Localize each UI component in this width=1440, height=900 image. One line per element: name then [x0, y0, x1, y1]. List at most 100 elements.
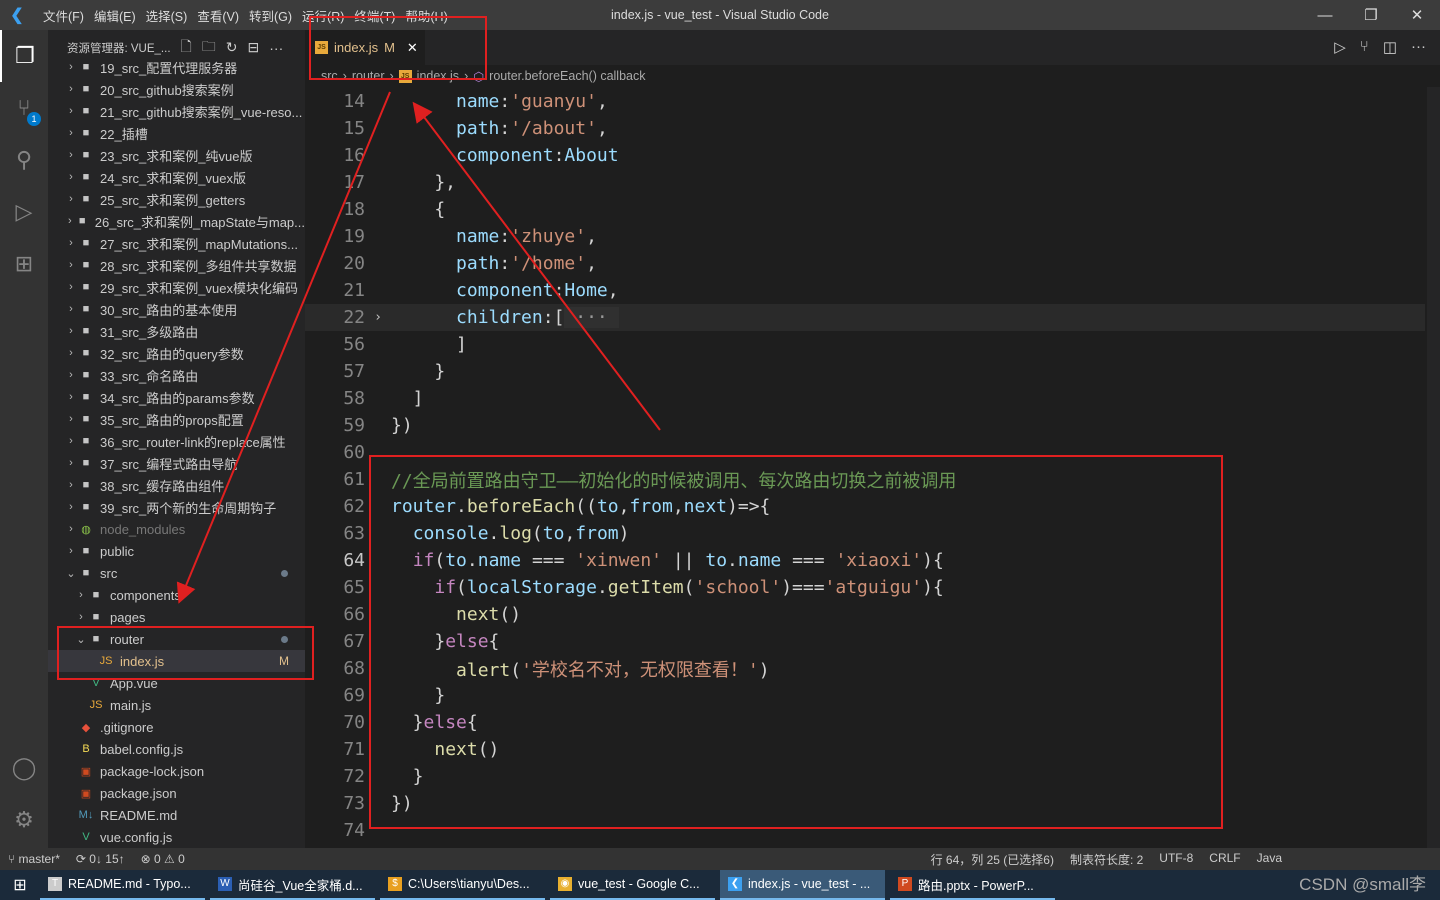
tree-item[interactable]: › ■ 26_src_求和案例_mapState与map... [48, 210, 305, 232]
menu-item[interactable]: 编辑(E) [89, 6, 141, 25]
code-line[interactable]: 71 next() [305, 736, 1425, 763]
code-line[interactable]: 21 component:Home, [305, 277, 1425, 304]
code-line[interactable]: 73}) [305, 790, 1425, 817]
menu-item[interactable]: 转到(G) [244, 6, 297, 25]
code-line[interactable]: 74 [305, 817, 1425, 844]
menu-item[interactable]: 终端(T) [349, 6, 400, 25]
code-line[interactable]: 69 } [305, 682, 1425, 709]
tree-item[interactable]: Vvue.config.js [48, 826, 305, 848]
tree-item[interactable]: › ■ 31_src_多级路由 [48, 320, 305, 342]
tree-item[interactable]: › ■ public [48, 540, 305, 562]
tree-item[interactable]: ▣ package-lock.json [48, 760, 305, 782]
code-line[interactable]: 17 }, [305, 169, 1425, 196]
explorer-icon[interactable]: ❐ [0, 30, 48, 82]
taskbar-item[interactable]: $ C:\Users\tianyu\Des... [380, 870, 545, 900]
code-line[interactable]: 58 ] [305, 385, 1425, 412]
tree-item[interactable]: V App.vue [48, 672, 305, 694]
run-icon[interactable]: ▷ [1334, 38, 1346, 56]
taskbar-item[interactable]: ◉ vue_test - Google C... [550, 870, 715, 900]
tree-item[interactable]: › ■ 34_src_路由的params参数 [48, 386, 305, 408]
tree-item[interactable]: › ■ 21_src_github搜索案例_vue-reso... [48, 100, 305, 122]
code-line[interactable]: 22 › children:[ ··· [305, 304, 1425, 331]
tree-item[interactable]: › ◍ node_modules [48, 518, 305, 540]
tree-item[interactable]: M↓ README.md [48, 804, 305, 826]
tree-item[interactable]: › ■ 27_src_求和案例_mapMutations... [48, 232, 305, 254]
tree-item[interactable]: › ■ 32_src_路由的query参数 [48, 342, 305, 364]
collapse-all-icon[interactable]: ⊟ [248, 39, 260, 56]
tree-item[interactable]: › ■ 20_src_github搜索案例 [48, 78, 305, 100]
close-button[interactable]: ✕ [1394, 0, 1440, 30]
cursor-position[interactable]: 行 64，列 25 (已选择6) [923, 851, 1062, 868]
breadcrumb-file[interactable]: index.js [417, 69, 459, 83]
tree-item[interactable]: ⌄ ■ router [48, 628, 305, 650]
settings-gear-icon[interactable]: ⚙ [0, 794, 48, 846]
editor-scrollbar[interactable] [1427, 87, 1440, 848]
code-line[interactable]: 67 }else{ [305, 628, 1425, 655]
code-line[interactable]: 20 path:'/home', [305, 250, 1425, 277]
tree-item[interactable]: › ■ 29_src_求和案例_vuex模块化编码 [48, 276, 305, 298]
tree-item[interactable]: › ■ 35_src_路由的props配置 [48, 408, 305, 430]
tree-item[interactable]: › ■ 39_src_两个新的生命周期钩子 [48, 496, 305, 518]
code-line[interactable]: 60 [305, 439, 1425, 466]
taskbar-item[interactable]: ❮ index.js - vue_test - ... [720, 870, 885, 900]
tree-item[interactable]: › ■ 28_src_求和案例_多组件共享数据 [48, 254, 305, 276]
extensions-icon[interactable]: ⊞ [0, 238, 48, 290]
tree-item[interactable]: › ■ 33_src_命名路由 [48, 364, 305, 386]
tree-item[interactable]: Bbabel.config.js [48, 738, 305, 760]
refresh-icon[interactable]: ↻ [226, 39, 238, 56]
problems-status[interactable]: ⊗ 0 ⚠ 0 [133, 852, 193, 866]
code-line[interactable]: 68 alert('学校名不对，无权限查看！') [305, 655, 1425, 682]
language-mode[interactable]: Java [1249, 851, 1290, 868]
code-line[interactable]: 57 } [305, 358, 1425, 385]
taskbar-item[interactable]: P 路由.pptx - PowerP... [890, 870, 1055, 900]
tree-item[interactable]: › ■ pages [48, 606, 305, 628]
sync-status[interactable]: ⟳ 0↓ 15↑ [68, 852, 133, 866]
code-line[interactable]: 65 if(localStorage.getItem('school')==='… [305, 574, 1425, 601]
breadcrumb-src[interactable]: src [321, 69, 338, 83]
taskbar-item[interactable]: W 尚硅谷_Vue全家桶.d... [210, 870, 375, 900]
source-control-icon[interactable]: ⑂ 1 [0, 82, 48, 134]
git-branch[interactable]: ⑂ master* [0, 852, 68, 866]
tree-item[interactable]: ⌄ ■ src [48, 562, 305, 584]
taskbar-item[interactable]: T README.md - Typo... [40, 870, 205, 900]
run-debug-icon[interactable]: ▷ [0, 186, 48, 238]
tree-item[interactable]: › ■ 36_src_router-link的replace属性 [48, 430, 305, 452]
menu-item[interactable]: 运行(R) [297, 6, 349, 25]
code-line[interactable]: 70 }else{ [305, 709, 1425, 736]
code-line[interactable]: 59}) [305, 412, 1425, 439]
menu-item[interactable]: 查看(V) [192, 6, 244, 25]
breadcrumb-symbol[interactable]: router.beforeEach() callback [489, 69, 645, 83]
menu-item[interactable]: 选择(S) [141, 6, 193, 25]
breadcrumb-router[interactable]: router [352, 69, 385, 83]
more-actions-icon[interactable]: ··· [1411, 38, 1426, 56]
tree-item[interactable]: JS index.js M [48, 650, 305, 672]
line-ending[interactable]: CRLF [1201, 851, 1248, 868]
code-line[interactable]: 19 name:'zhuye', [305, 223, 1425, 250]
search-icon[interactable]: ⚲ [0, 134, 48, 186]
tree-item[interactable]: › ■ 30_src_路由的基本使用 [48, 298, 305, 320]
code-line[interactable]: 56 ] [305, 331, 1425, 358]
code-line[interactable]: 18 { [305, 196, 1425, 223]
tree-item[interactable]: › ■ 24_src_求和案例_vuex版 [48, 166, 305, 188]
maximize-button[interactable]: ❐ [1348, 0, 1394, 30]
more-actions-icon[interactable]: ··· [269, 40, 283, 56]
tab-index-js[interactable]: JS index.js M ✕ [305, 30, 425, 65]
code-line[interactable]: 72 } [305, 763, 1425, 790]
code-line[interactable]: 14 name:'guanyu', [305, 88, 1425, 115]
indentation[interactable]: 制表符长度: 2 [1062, 851, 1151, 868]
tree-item[interactable]: › ■ components [48, 584, 305, 606]
code-line[interactable]: 66 next() [305, 601, 1425, 628]
split-editor-icon[interactable]: ◫ [1383, 38, 1397, 56]
close-tab-icon[interactable]: ✕ [407, 40, 418, 56]
tree-item[interactable]: › ■ 38_src_缓存路由组件 [48, 474, 305, 496]
menu-item[interactable]: 文件(F) [38, 6, 89, 25]
menu-item[interactable]: 帮助(H) [400, 6, 452, 25]
account-icon[interactable]: ◯ [0, 742, 48, 794]
tree-item[interactable]: › ■ 23_src_求和案例_纯vue版 [48, 144, 305, 166]
tree-item[interactable]: › ■ 22_插槽 [48, 122, 305, 144]
code-line[interactable]: 15 path:'/about', [305, 115, 1425, 142]
tree-item[interactable]: ▣ package.json [48, 782, 305, 804]
minimize-button[interactable]: — [1302, 0, 1348, 30]
code-line[interactable]: 61 //全局前置路由守卫——初始化的时候被调用、每次路由切换之前被调用 [305, 466, 1425, 493]
compare-changes-icon[interactable]: ⑂ [1360, 38, 1369, 56]
